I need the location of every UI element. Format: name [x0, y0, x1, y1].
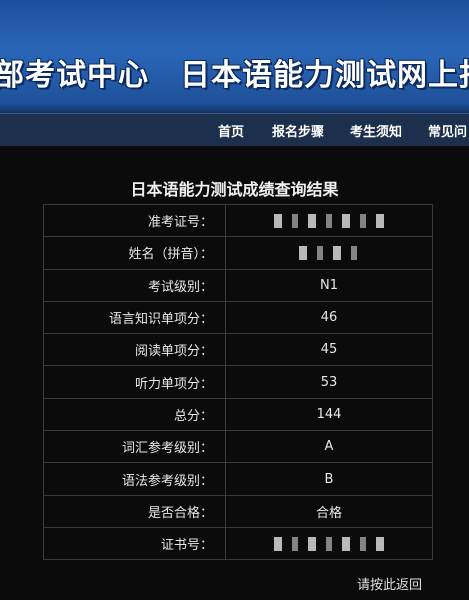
- admission-number-value: [225, 203, 433, 238]
- row-label: 阅读单项分：: [43, 333, 226, 367]
- row-label: 总分：: [43, 397, 226, 432]
- back-link[interactable]: 请按此返回: [357, 574, 422, 593]
- row-value: N1: [225, 268, 433, 302]
- table-row: 语言知识单项分： 46: [43, 300, 433, 335]
- table-row: 总分： 144: [43, 397, 433, 432]
- row-value: 46: [225, 300, 433, 335]
- row-label: 语言知识单项分：: [43, 300, 226, 335]
- row-value: 144: [225, 397, 433, 432]
- row-label: 证书号：: [43, 526, 226, 561]
- table-row: 语法参考级别： B: [43, 462, 433, 496]
- row-value: A: [225, 430, 433, 464]
- nav-item-home[interactable]: 首页: [218, 121, 244, 140]
- row-label: 是否合格：: [43, 494, 226, 528]
- row-label: 语法参考级别：: [43, 462, 226, 496]
- score-result-table: 准考证号： 姓名（拼音）： 考试级别： N1 语言知识单项分： 46 阅读单项分…: [43, 203, 433, 561]
- redacted-mask: [299, 245, 359, 260]
- nav-item-faq[interactable]: 常见问: [428, 121, 467, 140]
- header-banner: 部考试中心 日本语能力测试网上报名: [0, 0, 469, 113]
- redacted-mask: [274, 213, 384, 228]
- top-nav: 首页 报名步骤 考生须知 常见问: [0, 113, 469, 146]
- row-value: B: [225, 462, 433, 496]
- table-row: 证书号：: [43, 526, 433, 561]
- row-value: 合格: [225, 494, 433, 528]
- table-row: 考试级别： N1: [43, 268, 433, 302]
- row-label: 词汇参考级别：: [43, 430, 226, 464]
- row-value: 53: [225, 365, 433, 399]
- page-title: 日本语能力测试成绩查询结果: [130, 180, 339, 199]
- main-content: 日本语能力测试成绩查询结果 准考证号： 姓名（拼音）： 考试级别： N1 语言知…: [0, 146, 469, 600]
- table-row: 阅读单项分： 45: [43, 333, 433, 367]
- table-row: 是否合格： 合格: [43, 494, 433, 528]
- banner-title: 部考试中心 日本语能力测试网上报名: [0, 58, 469, 93]
- certificate-number-value: [225, 526, 433, 561]
- table-row: 准考证号：: [43, 203, 433, 238]
- nav-item-registration-steps[interactable]: 报名步骤: [272, 121, 324, 140]
- nav-item-candidate-notice[interactable]: 考生须知: [350, 121, 402, 140]
- table-row: 听力单项分： 53: [43, 365, 433, 399]
- table-row: 姓名（拼音）：: [43, 236, 433, 270]
- row-value: 45: [225, 333, 433, 367]
- name-value: [225, 236, 433, 270]
- redacted-mask: [274, 536, 384, 551]
- row-label: 考试级别：: [43, 268, 226, 302]
- row-label: 准考证号：: [43, 203, 226, 238]
- table-row: 词汇参考级别： A: [43, 430, 433, 464]
- row-label: 姓名（拼音）：: [43, 236, 226, 270]
- row-label: 听力单项分：: [43, 365, 226, 399]
